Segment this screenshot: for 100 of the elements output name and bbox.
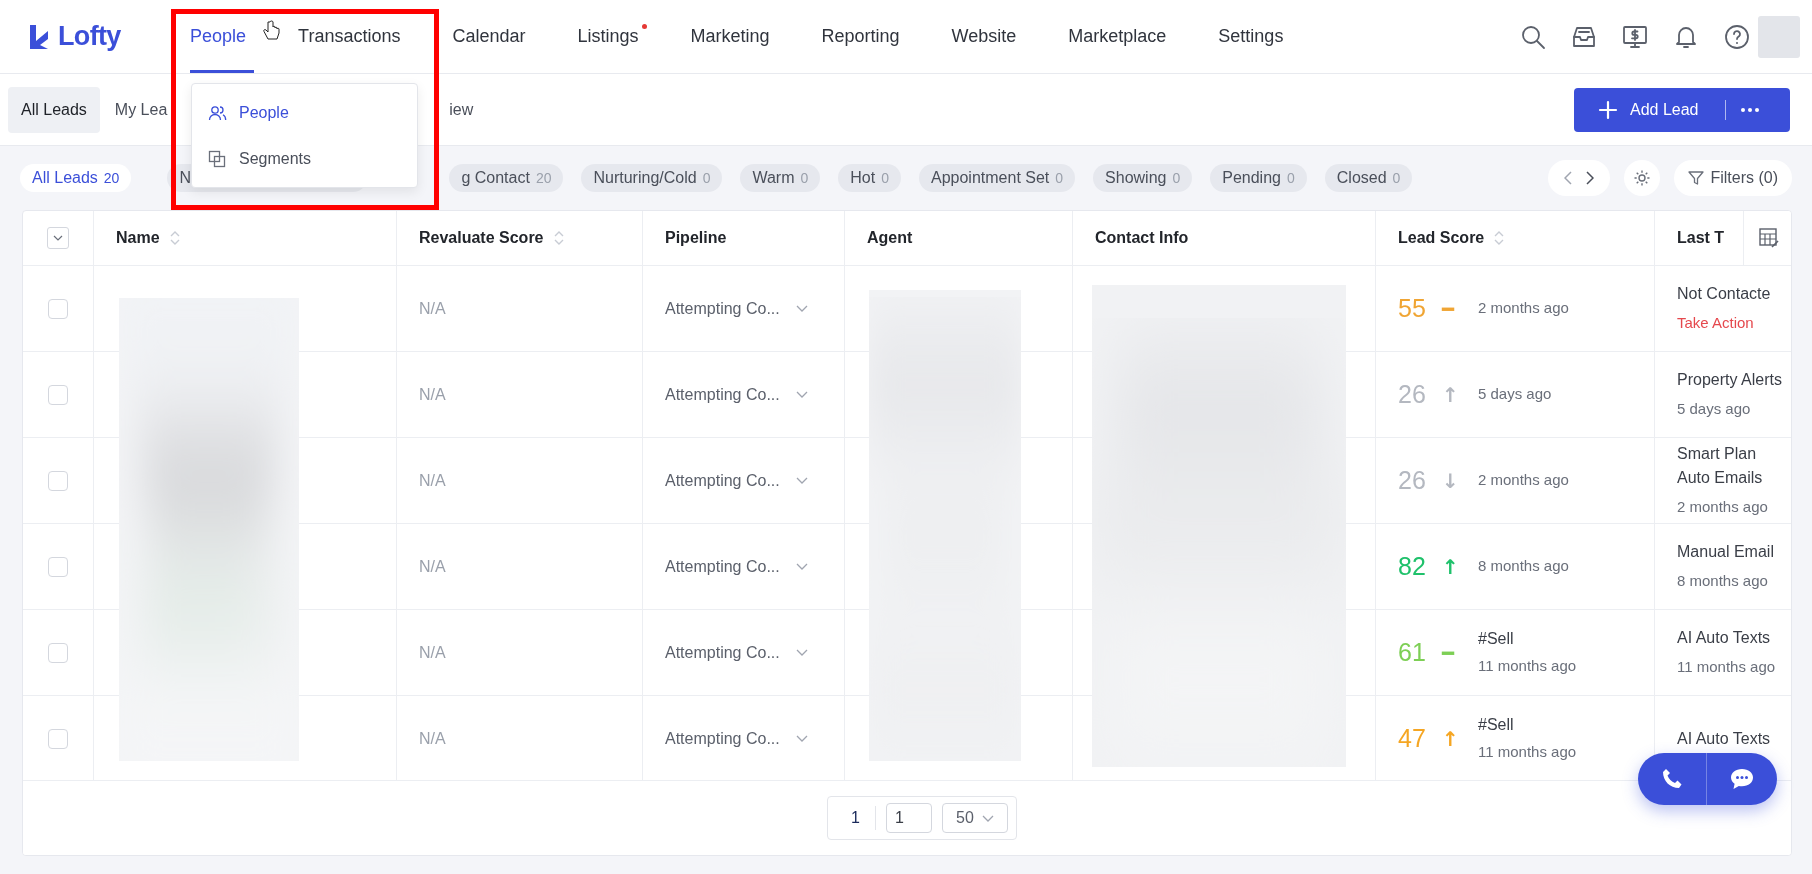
- column-header: Pipeline: [665, 228, 727, 248]
- score-text: N/A: [419, 298, 446, 319]
- pipeline-dropdown[interactable]: Attempting Co...: [665, 382, 808, 407]
- more-icon: [1739, 106, 1760, 113]
- sort-icon[interactable]: [1494, 230, 1505, 246]
- last-touch-title: Manual Email: [1677, 542, 1775, 563]
- sort-icon[interactable]: [169, 230, 180, 246]
- time-text: 2 months ago: [1478, 470, 1569, 491]
- trend-indicator: ↑: [1442, 381, 1460, 409]
- search-icon[interactable]: [1520, 23, 1546, 50]
- pipeline-dropdown[interactable]: Attempting Co...: [665, 468, 808, 493]
- column-header: Name: [116, 228, 160, 248]
- settings-icon: [1633, 169, 1652, 187]
- page-size-dropdown[interactable]: 50: [942, 803, 1008, 833]
- trend-indicator: ↓: [1442, 467, 1460, 495]
- stage-chip[interactable]: Hot 0: [838, 164, 901, 192]
- stage-chip[interactable]: Showing 0: [1093, 164, 1193, 192]
- lead-score: 82: [1398, 550, 1427, 582]
- pipeline-dropdown[interactable]: Attempting Co...: [665, 296, 808, 321]
- chevron-down-icon: [795, 649, 808, 656]
- dollar-monitor-icon[interactable]: [1622, 23, 1648, 50]
- sort-icon[interactable]: [553, 230, 564, 246]
- score-text: N/A: [419, 728, 446, 749]
- score-text: N/A: [419, 556, 446, 577]
- phone-icon: [1660, 767, 1684, 791]
- menu-item[interactable]: Segments: [208, 138, 401, 179]
- row-checkbox[interactable]: [48, 470, 68, 491]
- caret-icon: [53, 235, 63, 241]
- last-touch-title: AI Auto Texts: [1677, 728, 1772, 749]
- select-all-dropdown[interactable]: [47, 227, 69, 249]
- stage-chip[interactable]: Warm 0: [740, 164, 821, 192]
- time-text: 8 months ago: [1478, 556, 1569, 577]
- stage-chip[interactable]: Pending 0: [1210, 164, 1307, 192]
- score-text: N/A: [419, 384, 446, 405]
- chevron-down-icon: [795, 735, 808, 742]
- menu-item[interactable]: People: [208, 92, 401, 133]
- settings-button[interactable]: [1624, 160, 1661, 196]
- stage-chip[interactable]: Appointment Set 0: [919, 164, 1076, 192]
- nav-tab[interactable]: Settings: [1218, 0, 1292, 73]
- nav-tab[interactable]: Calendar: [452, 0, 534, 73]
- overlapping-squares-icon: [208, 149, 227, 168]
- nav-tab[interactable]: Website: [951, 0, 1025, 73]
- pipeline-dropdown[interactable]: Attempting Co...: [665, 554, 808, 579]
- chevron-right-icon[interactable]: [1586, 171, 1595, 185]
- hand-cursor-icon: [262, 20, 280, 42]
- table-settings-icon[interactable]: [1757, 227, 1780, 249]
- column-header: Contact Info: [1095, 228, 1189, 248]
- time-text: 11 months ago: [1677, 657, 1776, 678]
- add-lead-button[interactable]: Add Lead: [1574, 87, 1790, 132]
- last-touch-title: Property Alerts: [1677, 370, 1783, 391]
- stage-chip[interactable]: Nurturing/Cold 0: [581, 164, 723, 192]
- stage-chip[interactable]: g Contact 20: [449, 164, 564, 192]
- people-icon: [208, 103, 227, 122]
- row-checkbox[interactable]: [48, 728, 68, 749]
- stage-chip[interactable]: Closed 0: [1324, 164, 1413, 192]
- time-text: 8 months ago: [1677, 571, 1768, 592]
- nav-tab[interactable]: Listings: [577, 0, 647, 73]
- lead-score: 61: [1398, 636, 1427, 668]
- filters-button[interactable]: Filters (0): [1674, 160, 1792, 196]
- trend-indicator: ━: [1442, 295, 1456, 323]
- last-touch-title: Smart Plan Auto Emails: [1677, 444, 1764, 489]
- column-header: Revaluate Score: [419, 228, 544, 248]
- help-icon[interactable]: [1724, 23, 1750, 50]
- view-tab[interactable]: All Leads: [8, 86, 100, 133]
- page-input[interactable]: 1: [886, 803, 932, 833]
- filter-icon: [1688, 170, 1705, 186]
- chevron-down-icon: [795, 391, 808, 398]
- chat-bubble-icon: [1729, 767, 1755, 791]
- plus-icon: [1598, 99, 1618, 120]
- time-text: 11 months ago: [1478, 742, 1577, 763]
- view-tab[interactable]: iew: [436, 86, 487, 133]
- trend-indicator: ↑: [1442, 553, 1460, 581]
- pipeline-dropdown[interactable]: Attempting Co...: [665, 640, 808, 665]
- row-checkbox[interactable]: [48, 642, 68, 663]
- row-checkbox[interactable]: [48, 556, 68, 577]
- row-checkbox[interactable]: [48, 298, 68, 319]
- nav-tab[interactable]: Marketing: [690, 0, 778, 73]
- avatar[interactable]: [1758, 15, 1800, 58]
- lead-tag: #Sell: [1478, 627, 1577, 652]
- lead-score: 26: [1398, 464, 1427, 496]
- row-checkbox[interactable]: [48, 384, 68, 405]
- last-touch-title: Not Contacte: [1677, 284, 1772, 305]
- score-text: N/A: [419, 642, 446, 663]
- time-text: 5 days ago: [1478, 384, 1552, 405]
- chevron-down-icon: [795, 305, 808, 312]
- trend-indicator: ↑: [1442, 725, 1460, 753]
- take-action-link[interactable]: Take Action: [1677, 312, 1754, 335]
- chevron-left-icon[interactable]: [1564, 171, 1573, 185]
- nav-tab[interactable]: Transactions: [298, 0, 409, 73]
- last-touch-title: AI Auto Texts: [1677, 628, 1772, 649]
- view-tab[interactable]: My Lea: [101, 86, 181, 133]
- time-text: 2 months ago: [1478, 298, 1569, 319]
- score-text: N/A: [419, 470, 446, 491]
- chevron-down-icon: [795, 563, 808, 570]
- nav-tab[interactable]: Marketplace: [1068, 0, 1175, 73]
- stage-chip[interactable]: All Leads 20: [20, 164, 132, 192]
- pipeline-dropdown[interactable]: Attempting Co...: [665, 726, 808, 751]
- nav-tab[interactable]: Reporting: [821, 0, 908, 73]
- column-header: Last T: [1677, 228, 1725, 248]
- page-number[interactable]: 1: [836, 806, 876, 830]
